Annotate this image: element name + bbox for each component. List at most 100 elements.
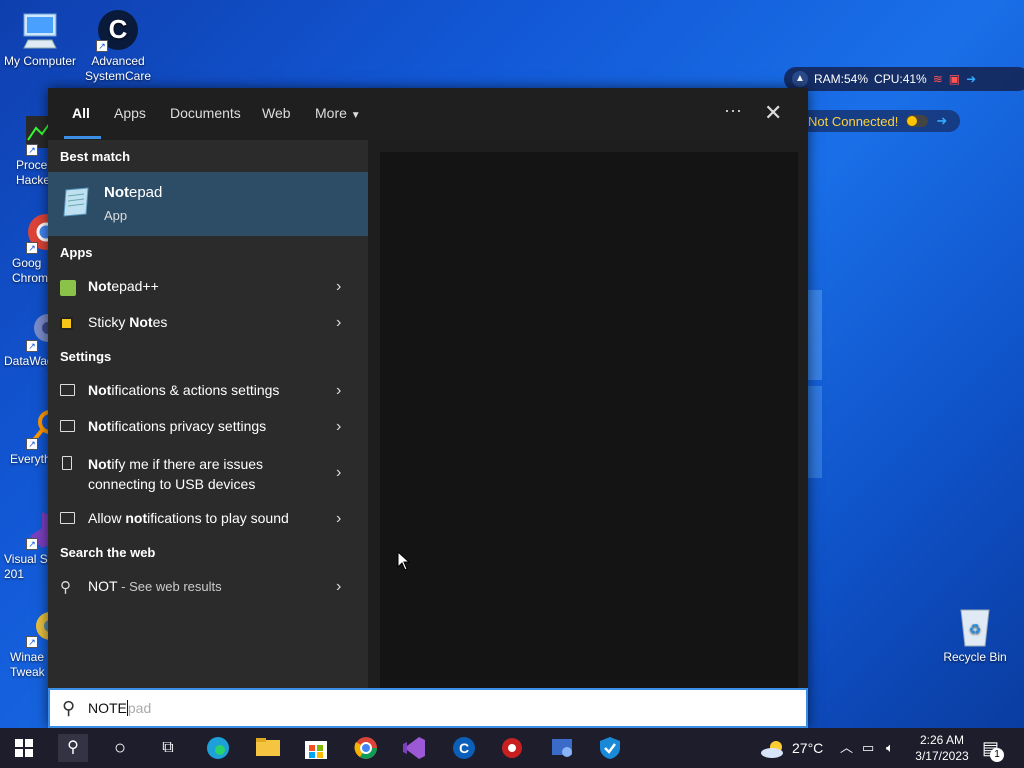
shortcut-arrow-icon: ↗ [26, 636, 38, 648]
clock[interactable]: 2:26 AM 3/17/2023 [912, 732, 972, 764]
connection-status-widget[interactable]: Not Connected! ➜ [800, 110, 960, 132]
cortana-icon[interactable]: ○ [106, 734, 134, 762]
remote-desktop-icon[interactable] [548, 734, 576, 762]
shield-icon[interactable] [596, 734, 624, 762]
chevron-right-icon[interactable]: › [336, 578, 341, 596]
autocomplete-suggestion: pad [127, 700, 152, 716]
svg-text:C: C [109, 14, 128, 44]
shortcut-arrow-icon: ↗ [26, 144, 38, 156]
tab-apps[interactable]: Apps [114, 105, 146, 121]
search-icon: ⚲ [60, 579, 71, 596]
shortcut-arrow-icon: ↗ [26, 242, 38, 254]
desktop-icon-my-computer[interactable]: My Computer [0, 8, 80, 69]
chevron-right-icon[interactable]: › [336, 418, 341, 436]
chevron-right-icon[interactable]: › [336, 382, 341, 400]
desktop-icon-label: Advanced SystemCare [84, 54, 152, 83]
chevron-right-icon[interactable]: › [336, 314, 341, 332]
result-label: Sticky Notes [88, 314, 168, 330]
message-icon [60, 384, 75, 396]
best-match-type: App [104, 208, 128, 223]
desktop-light-beam [806, 386, 822, 478]
search-tabs: All Apps Documents Web More ▼ ··· ✕ [48, 88, 808, 140]
toggle-icon [906, 115, 929, 127]
clock-date: 3/17/2023 [915, 749, 969, 763]
task-view-icon[interactable]: ⧉ [154, 734, 182, 762]
shortcut-arrow-icon: ↗ [26, 340, 38, 352]
result-notepad-plus-plus[interactable]: Notepad++ › [48, 278, 368, 298]
chevron-up-icon[interactable]: ︿ [840, 728, 853, 768]
recycle-bin-icon: ♻ [953, 604, 997, 648]
result-notifications-actions[interactable]: Notifications & actions settings › [48, 382, 368, 402]
computer-icon [18, 8, 62, 52]
message-icon [60, 420, 75, 432]
result-allow-notification-sound[interactable]: Allow notifications to play sound › [48, 510, 368, 530]
search-web-heading: Search the web [60, 545, 156, 560]
systemcare-icon: C ↗ [96, 8, 140, 52]
chevron-right-icon[interactable]: › [336, 464, 341, 482]
temperature[interactable]: 27°C [792, 728, 823, 768]
more-options-icon[interactable]: ··· [724, 100, 742, 121]
result-label: Notify me if there are issues connecting … [88, 456, 264, 492]
result-label: Notepad++ [88, 278, 159, 294]
shortcut-arrow-icon: ↗ [96, 40, 108, 52]
rocket-icon: ▲ [792, 71, 808, 87]
close-icon[interactable]: ✕ [764, 100, 782, 126]
taskbar: ⚲ ○ ⧉ C 27°C ︿ ▭ 🔈︎ 2:26 AM 3/17/2023 ▤ … [0, 728, 1024, 768]
notepad-plus-plus-icon [60, 280, 76, 296]
search-panel: All Apps Documents Web More ▼ ··· ✕ Best… [48, 88, 808, 728]
apps-heading: Apps [60, 245, 93, 260]
result-sticky-notes[interactable]: Sticky Notes › [48, 314, 368, 334]
ram-usage: RAM:54% [814, 72, 869, 86]
result-label: NOT - See web results [88, 578, 222, 594]
search-input[interactable]: NOTEpad [88, 700, 151, 716]
chevron-right-icon[interactable]: › [336, 510, 341, 528]
tab-more-label: More [315, 105, 347, 121]
result-web-search[interactable]: ⚲ NOT - See web results › [48, 578, 368, 598]
result-usb-notify[interactable]: Notify me if there are issues connecting … [48, 454, 368, 494]
edge-icon[interactable] [204, 734, 232, 762]
chrome-icon[interactable] [352, 734, 380, 762]
settings-heading: Settings [60, 349, 112, 364]
caret-down-icon: ▼ [350, 110, 361, 121]
tab-all[interactable]: All [72, 105, 90, 121]
start-windows-icon[interactable] [10, 734, 38, 762]
result-label: Notifications & actions settings [88, 382, 280, 398]
shortcut-arrow-icon: ↗ [26, 538, 38, 550]
chevron-right-icon[interactable]: › [336, 278, 341, 296]
result-notifications-privacy[interactable]: Notifications privacy settings › [48, 418, 368, 438]
taskbar-search-icon[interactable]: ⚲ [58, 734, 88, 762]
network-icon[interactable]: ▭ [862, 728, 874, 768]
shortcut-arrow-icon: ↗ [26, 438, 38, 450]
result-label: Allow notifications to play sound [88, 510, 289, 526]
record-icon: ▣ [948, 72, 961, 86]
volume-icon[interactable]: 🔈︎ [886, 728, 894, 768]
active-tab-indicator [64, 136, 101, 139]
search-icon: ⚲ [62, 698, 76, 718]
file-explorer-icon[interactable] [254, 734, 282, 762]
preview-pane [368, 140, 808, 688]
system-monitor-widget[interactable]: ▲ RAM:54% CPU:41% ≋ ▣ ➜ [784, 67, 1024, 91]
best-match-notepad[interactable]: Notepad App [48, 172, 368, 236]
advanced-systemcare-icon[interactable]: C [450, 734, 478, 762]
preview-content [380, 152, 798, 688]
arrow-right-icon: ➜ [966, 72, 977, 86]
store-icon[interactable] [302, 734, 330, 762]
mouse-pointer-icon [397, 551, 411, 571]
arrow-right-icon: ➜ [936, 113, 948, 128]
tab-more[interactable]: More ▼ [315, 105, 361, 121]
weather-icon[interactable] [760, 728, 786, 768]
connection-status-text: Not Connected! [808, 113, 899, 129]
wifi-icon: ≋ [932, 72, 943, 86]
tab-documents[interactable]: Documents [170, 105, 241, 121]
visual-studio-icon[interactable] [400, 734, 428, 762]
desktop-icon-advanced-systemcare[interactable]: C ↗ Advanced SystemCare [78, 8, 158, 84]
tab-web[interactable]: Web [262, 105, 291, 121]
best-match-name: Notepad [104, 184, 163, 201]
sticky-notes-icon [60, 317, 73, 330]
clock-time: 2:26 AM [919, 733, 965, 747]
desktop-icon-label: Recycle Bin [943, 650, 1007, 664]
usb-device-icon [62, 456, 72, 470]
desktop-icon-recycle-bin[interactable]: ♻ Recycle Bin [935, 604, 1015, 665]
search-box[interactable]: ⚲ NOTEpad [48, 688, 808, 728]
security-app-icon[interactable] [498, 734, 526, 762]
